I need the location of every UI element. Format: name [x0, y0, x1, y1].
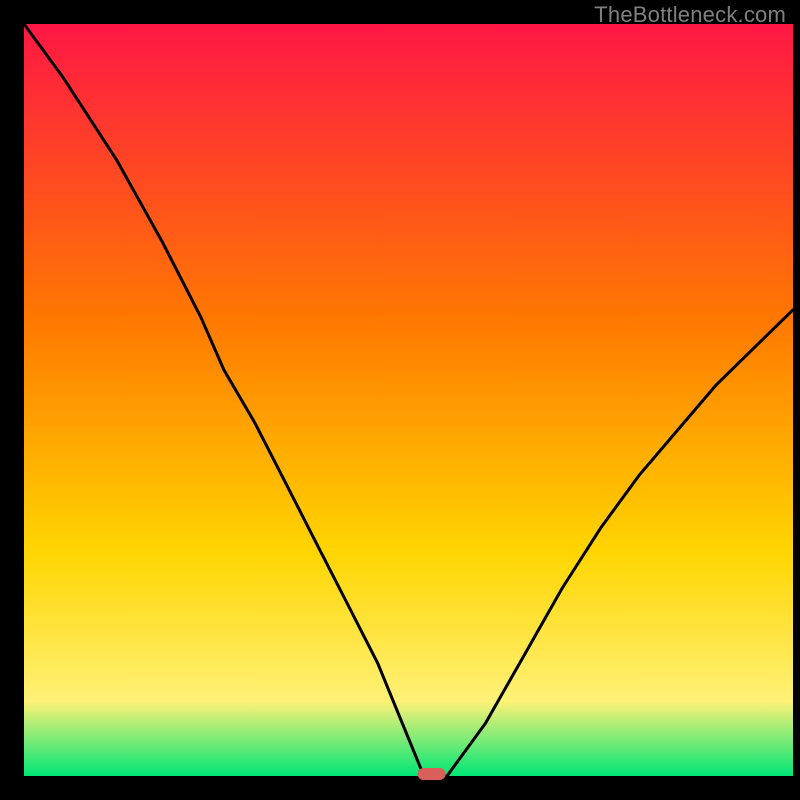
bottleneck-chart: [0, 0, 800, 800]
chart-frame: { "watermark": "TheBottleneck.com", "cha…: [0, 0, 800, 800]
optimum-marker: [418, 768, 446, 780]
gradient-background: [24, 24, 793, 776]
watermark-text: TheBottleneck.com: [594, 2, 786, 28]
